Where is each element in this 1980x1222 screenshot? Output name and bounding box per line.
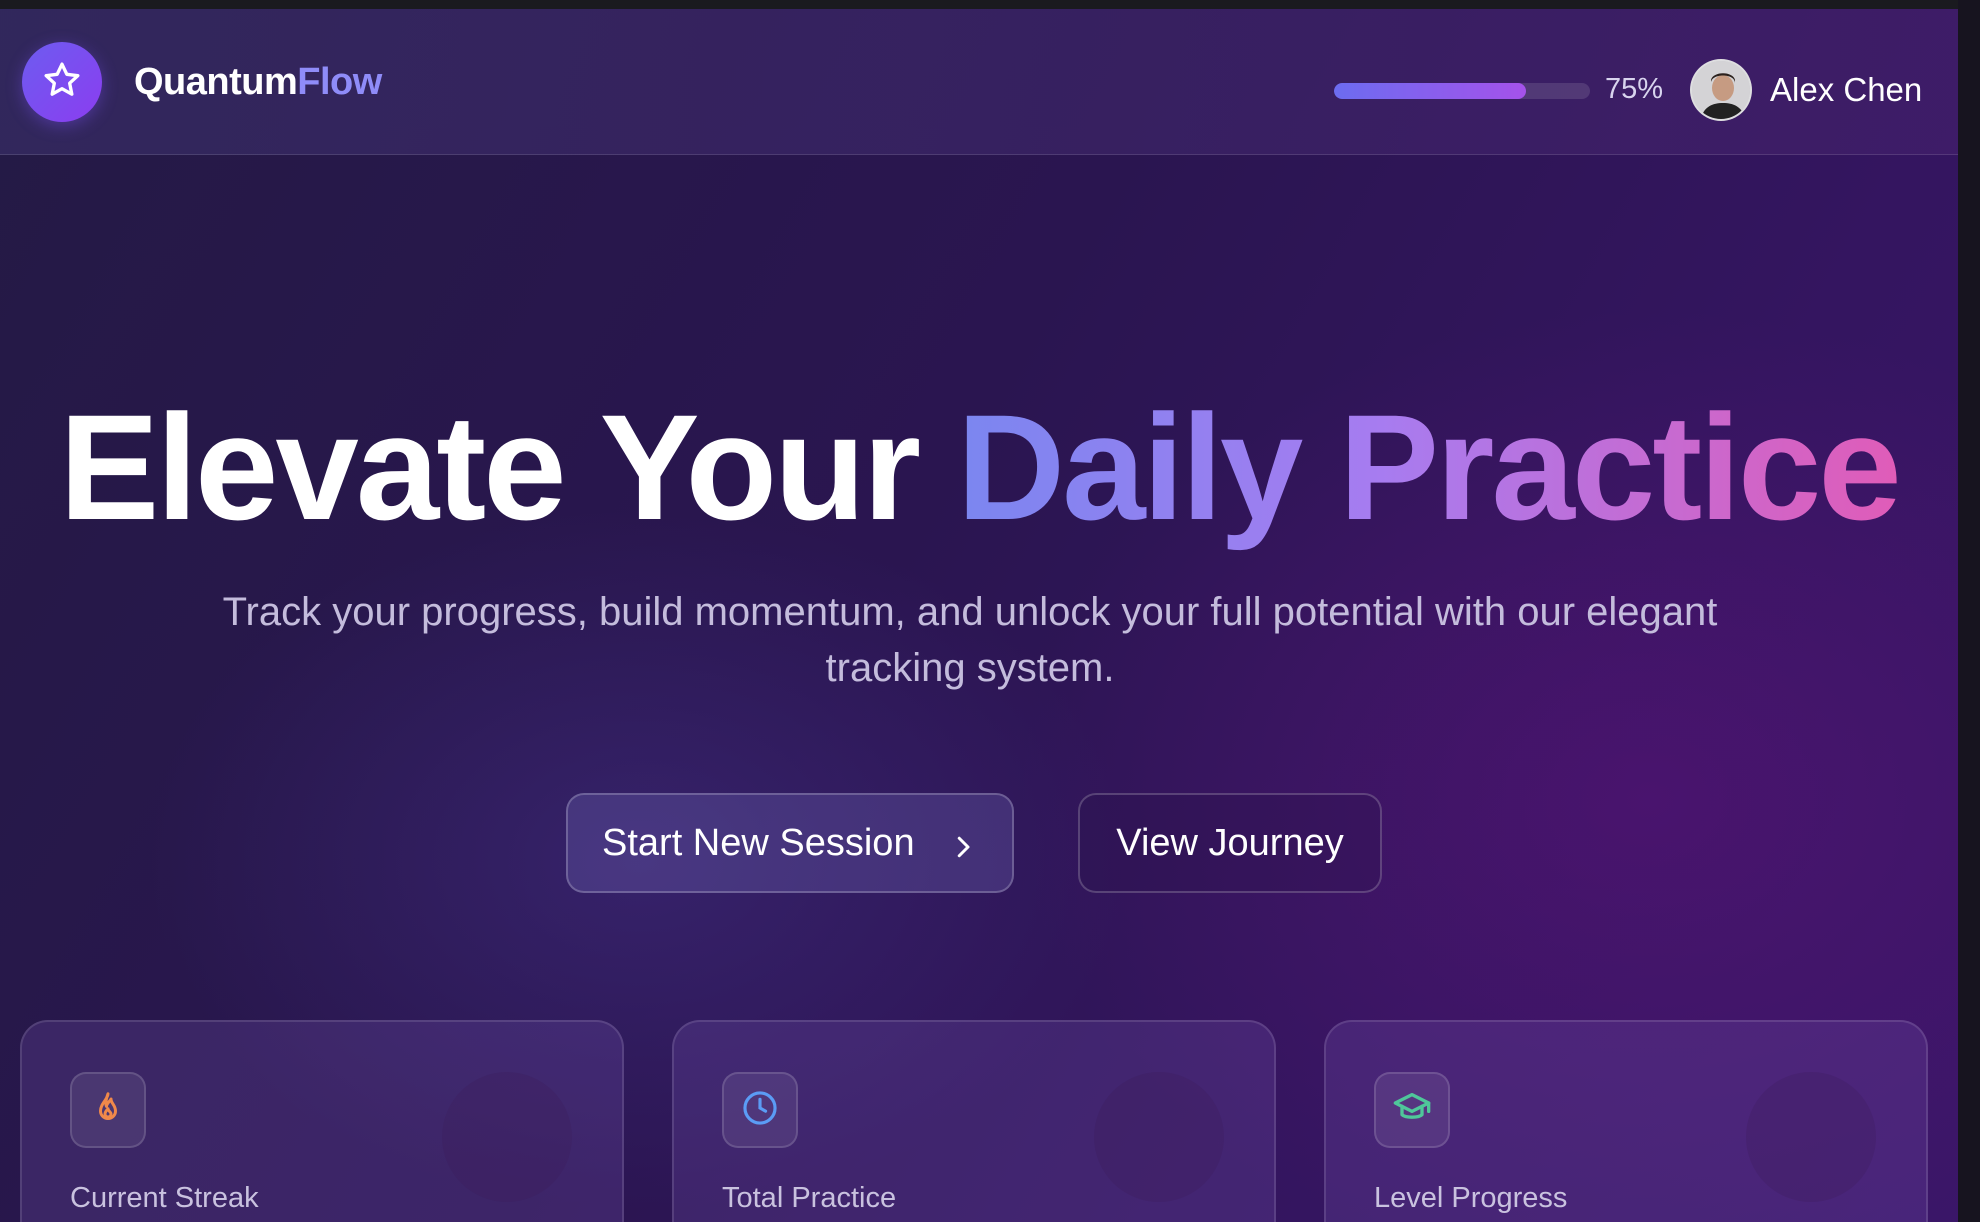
card-decoration [442, 1072, 572, 1202]
hero-title-gradient: Daily Practice [956, 383, 1902, 551]
avatar[interactable] [1690, 59, 1752, 121]
chevron-right-icon [948, 829, 978, 872]
top-header: QuantumFlow 75% Alex Chen [0, 9, 1958, 155]
clock-icon [741, 1089, 779, 1132]
card-decoration [1094, 1072, 1224, 1202]
stat-card-level-progress[interactable]: Level Progress [1324, 1020, 1928, 1222]
view-journey-label: View Journey [1116, 821, 1344, 864]
card-icon-box [1374, 1072, 1450, 1148]
daily-progress-bar [1334, 83, 1590, 99]
card-icon-box [722, 1072, 798, 1148]
user-name[interactable]: Alex Chen [1770, 71, 1922, 109]
brand-accent: Flow [297, 61, 382, 103]
card-label: Total Practice [722, 1182, 897, 1214]
hero-title-plain: Elevate Your [59, 383, 957, 551]
window-top-bar [0, 0, 1980, 9]
graduation-cap-icon [1392, 1088, 1432, 1133]
star-icon [42, 60, 82, 105]
brand-main: Quantum [134, 61, 298, 103]
hero-title: Elevate Your Daily Practice [0, 385, 1958, 550]
stat-card-total-practice[interactable]: Total Practice [672, 1020, 1276, 1222]
view-journey-button[interactable]: View Journey [1078, 793, 1382, 893]
start-new-session-label: Start New Session [602, 821, 915, 864]
brand-name[interactable]: QuantumFlow [134, 61, 382, 104]
hero-subtitle: Track your progress, build momentum, and… [222, 590, 1718, 690]
daily-progress-fill [1334, 83, 1526, 99]
card-decoration [1746, 1072, 1876, 1202]
start-new-session-button[interactable]: Start New Session [566, 793, 1014, 893]
window-edge [1958, 0, 1980, 1222]
card-icon-box [70, 1072, 146, 1148]
card-label: Current Streak [70, 1182, 259, 1214]
progress-percent: 75% [1605, 73, 1664, 105]
logo-badge[interactable] [22, 42, 102, 122]
page: QuantumFlow 75% Alex Chen Elevate Your D… [0, 0, 1980, 1222]
flame-icon [90, 1090, 126, 1131]
stat-card-current-streak[interactable]: Current Streak [20, 1020, 624, 1222]
card-label: Level Progress [1374, 1182, 1568, 1214]
